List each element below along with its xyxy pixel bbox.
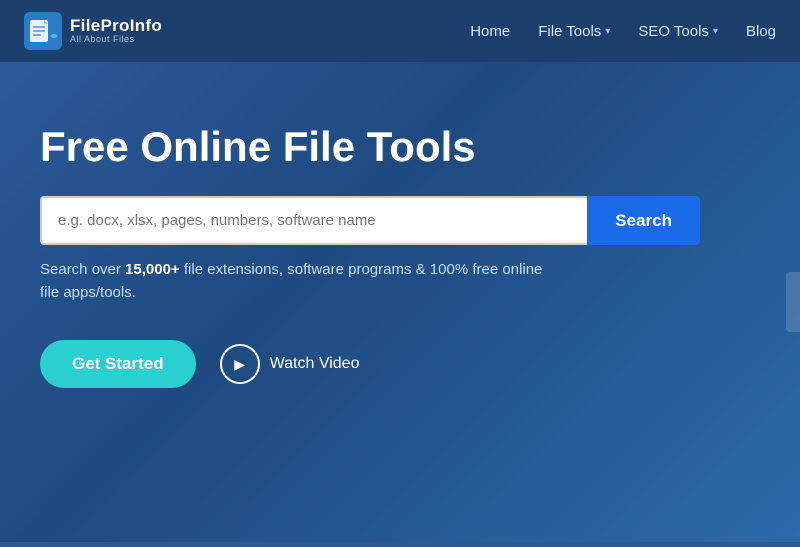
watch-video-label: Watch Video (270, 355, 360, 373)
logo[interactable]: FileProInfo All About Files (24, 12, 162, 50)
search-bar: Search (40, 196, 700, 245)
nav-seo-tools[interactable]: SEO Tools ▾ (638, 23, 718, 40)
search-button[interactable]: Search (587, 196, 700, 245)
header: FileProInfo All About Files Home File To… (0, 0, 800, 62)
logo-text: FileProInfo All About Files (70, 17, 162, 46)
nav-file-tools[interactable]: File Tools ▾ (538, 23, 610, 40)
file-count: 15,000+ (125, 261, 180, 278)
hero-actions: Get Started ▶ Watch Video (40, 340, 760, 388)
file-tools-chevron-icon: ▾ (605, 26, 610, 37)
navigation: Home File Tools ▾ SEO Tools ▾ Blog (470, 23, 776, 40)
logo-subtitle: All About Files (70, 35, 162, 45)
hero-decoration (786, 272, 800, 332)
seo-tools-chevron-icon: ▾ (713, 26, 718, 37)
search-description: Search over 15,000+ file extensions, sof… (40, 259, 560, 304)
nav-blog[interactable]: Blog (746, 23, 776, 40)
hero-section: Free Online File Tools Search Search ove… (0, 62, 800, 542)
get-started-button[interactable]: Get Started (40, 340, 196, 388)
logo-icon (24, 12, 62, 50)
search-input[interactable] (40, 196, 587, 245)
play-icon: ▶ (220, 344, 260, 384)
watch-video-link[interactable]: ▶ Watch Video (220, 344, 360, 384)
hero-title: Free Online File Tools (40, 122, 760, 172)
nav-home[interactable]: Home (470, 23, 510, 40)
logo-title: FileProInfo (70, 17, 162, 36)
